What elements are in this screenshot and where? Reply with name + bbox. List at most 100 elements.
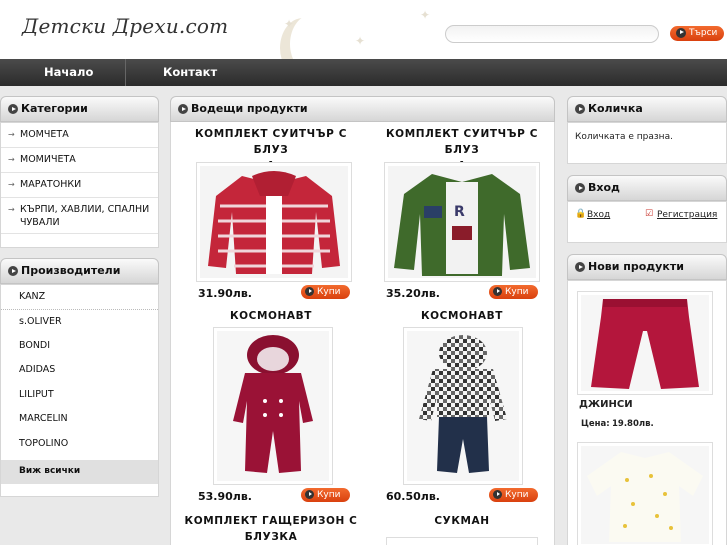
pants-image [581, 295, 709, 391]
categories-title: Категории [21, 102, 88, 115]
product-price: 31.90лв. [198, 287, 252, 300]
buy-button[interactable]: Купи [489, 488, 538, 502]
login-title: Вход [588, 181, 620, 194]
play-icon [493, 490, 502, 499]
buy-button[interactable]: Купи [489, 285, 538, 299]
product-image[interactable] [213, 327, 333, 485]
login-link[interactable]: Вход [587, 210, 610, 220]
shirt-image [581, 446, 709, 544]
manufacturer-label: BONDI [19, 340, 51, 351]
lock-icon: 🔒 [575, 209, 587, 219]
category-label: МОМЧЕТА [20, 129, 69, 140]
manufacturer-item[interactable]: TOPOLINO [1, 432, 158, 457]
play-icon [305, 490, 314, 499]
product-title[interactable]: КОСМОНАВТ [369, 308, 555, 324]
site-logo[interactable]: Детски Дрехи.com [22, 14, 228, 38]
manufacturer-item[interactable]: ADIDAS [1, 358, 158, 383]
play-icon [8, 266, 18, 276]
play-icon [493, 287, 502, 296]
login-box: 🔒 Вход ☑ Регистрация [567, 201, 727, 243]
jacket-image: R [388, 166, 536, 278]
category-item-towels[interactable]: → КЪРПИ, ХАВЛИИ, СПАЛНИ ЧУВАЛИ [1, 198, 158, 234]
snowsuit-image [407, 331, 519, 481]
star-decoration: ✦ [355, 34, 366, 48]
new-products-title: Нови продукти [588, 260, 684, 273]
product-title[interactable]: СУКМАН [369, 513, 555, 529]
arrow-icon: → [8, 155, 15, 164]
product-image[interactable] [196, 162, 352, 282]
hoodie-image [200, 166, 348, 278]
product-title[interactable]: КОМПЛЕКТ ГАЩЕРИЗОН С БЛУЗКА [178, 513, 364, 545]
manufacturer-label: ADIDAS [19, 364, 56, 375]
login-header: Вход [567, 175, 727, 201]
star-decoration: ✦ [420, 8, 431, 22]
cart-title: Количка [588, 102, 643, 115]
play-icon [575, 104, 585, 114]
nav-divider [125, 59, 126, 86]
product-title-line: КОМПЛЕКТ ГАЩЕРИЗОН С [184, 515, 358, 527]
search-input[interactable] [445, 25, 659, 43]
play-icon [305, 287, 314, 296]
product-title-line: КОМПЛЕКТ СУИТЧЪР С БЛУЗ [386, 128, 538, 156]
category-item-boys[interactable]: → МОМЧЕТА [1, 123, 158, 148]
play-icon [575, 262, 585, 272]
product-title[interactable]: КОСМОНАВТ [178, 308, 364, 324]
new-product-name[interactable]: ДЖИНСИ [579, 399, 633, 410]
product-title-line: БЛУЗКА [244, 531, 298, 543]
product-title-line: КОМПЛЕКТ СУИТЧЪР С БЛУЗ [195, 128, 347, 156]
product-image[interactable] [386, 537, 538, 545]
new-products-box: ДЖИНСИ Цена: 19.80лв. [567, 280, 727, 545]
buy-button[interactable]: Купи [301, 285, 350, 299]
view-all-link[interactable]: Виж всички [1, 460, 158, 484]
buy-button-label: Купи [317, 490, 341, 500]
snowsuit-image [217, 331, 329, 481]
product-price: 53.90лв. [198, 490, 252, 503]
arrow-icon: → [8, 180, 15, 189]
manufacturer-label: TOPOLINO [19, 438, 69, 449]
manufacturer-label: s.OLIVER [19, 316, 62, 327]
arrow-icon: → [8, 205, 15, 214]
category-item-girls[interactable]: → МОМИЧЕТА [1, 148, 158, 173]
nav-item-home[interactable]: Начало [44, 59, 93, 86]
search-button-label: Търси [689, 28, 718, 38]
star-decoration: ✦ [284, 17, 295, 31]
new-product-image[interactable] [577, 442, 713, 545]
featured-header: Водещи продукти [170, 96, 555, 122]
cart-empty-text: Количката е празна. [575, 132, 673, 142]
categories-list: → МОМЧЕТА → МОМИЧЕТА → МАРАТОНКИ → КЪРПИ, ХА… [0, 122, 159, 248]
new-product-price-label: Цена: [581, 419, 610, 429]
cart-box: Количката е празна. [567, 122, 727, 164]
checkbox-icon: ☑ [645, 209, 654, 219]
main-nav: Начало Контакт [0, 59, 727, 86]
manufacturer-label: KANZ [19, 291, 46, 302]
manufacturer-label: MARCELIN [19, 413, 68, 424]
category-item-sneakers[interactable]: → МАРАТОНКИ [1, 173, 158, 198]
manufacturer-item[interactable]: BONDI [1, 334, 158, 359]
product-title-line: СУКМАН [434, 515, 490, 527]
moon-decoration [290, 14, 336, 59]
search-button[interactable]: Търси [670, 26, 724, 41]
play-icon [8, 104, 18, 114]
buy-button-label: Купи [505, 490, 529, 500]
register-link[interactable]: Регистрация [657, 210, 717, 220]
categories-header: Категории [0, 96, 159, 122]
manufacturers-title: Производители [21, 264, 121, 277]
site-header: ✦ ✦ ✦ Детски Дрехи.com Търси [0, 0, 727, 59]
product-image[interactable]: R [384, 162, 540, 282]
product-title-line: КОСМОНАВТ [420, 310, 504, 322]
svg-text:R: R [454, 204, 465, 220]
buy-button[interactable]: Купи [301, 488, 350, 502]
featured-title: Водещи продукти [191, 102, 308, 115]
new-product-image[interactable] [577, 291, 713, 395]
manufacturer-item[interactable]: s.OLIVER [1, 310, 158, 335]
manufacturer-item[interactable]: KANZ [1, 285, 158, 310]
view-all-label: Виж всички [19, 466, 81, 476]
new-product-price: 19.80лв. [612, 419, 654, 429]
nav-item-contact[interactable]: Контакт [163, 59, 217, 86]
manufacturer-item[interactable]: MARCELIN [1, 407, 158, 432]
product-image[interactable] [403, 327, 523, 485]
product-price: 60.50лв. [386, 490, 440, 503]
manufacturer-item[interactable]: LILIPUT [1, 383, 158, 408]
product-price: 35.20лв. [386, 287, 440, 300]
category-label: КЪРПИ, ХАВЛИИ, СПАЛНИ ЧУВАЛИ [20, 204, 150, 228]
